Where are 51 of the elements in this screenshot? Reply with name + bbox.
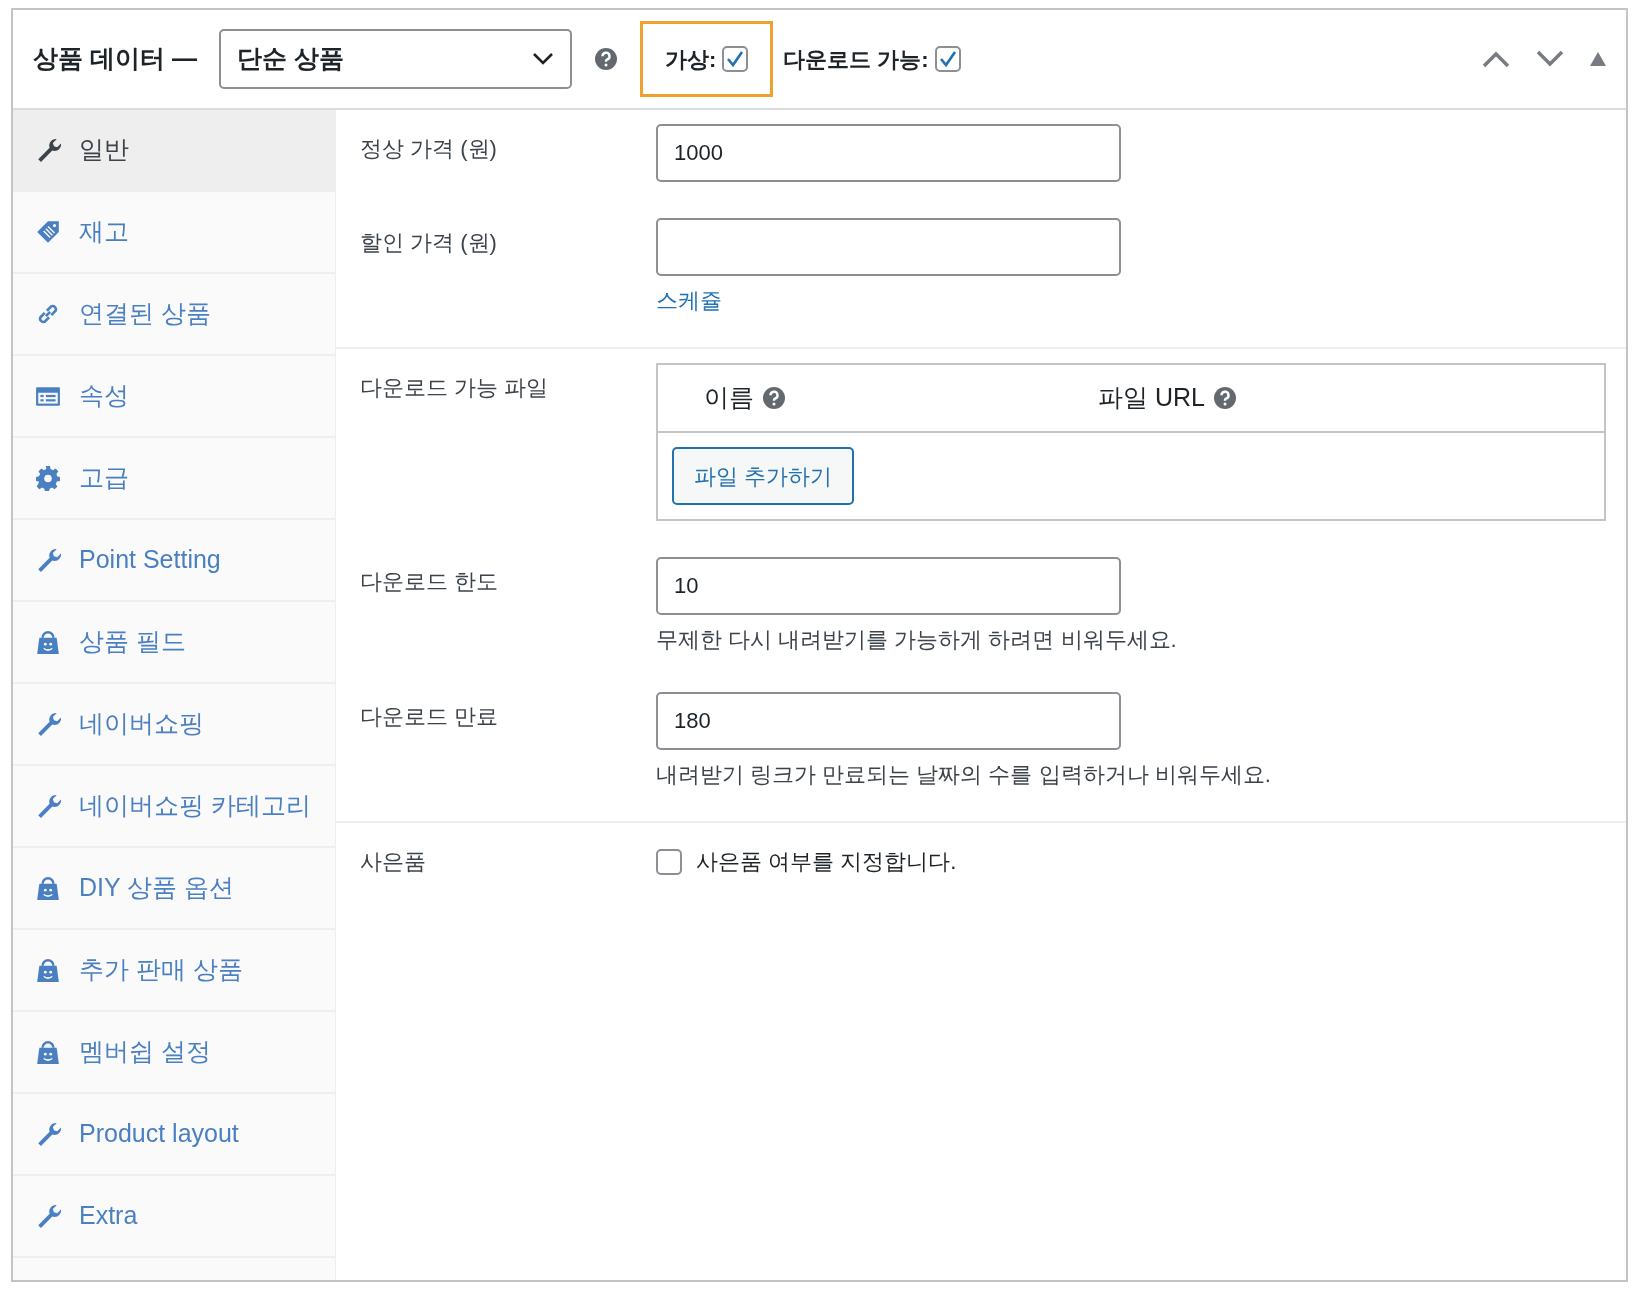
help-icon[interactable] <box>1212 386 1237 410</box>
sidebar-tab[interactable]: 멤버쉽 설정 <box>13 1012 335 1094</box>
sidebar-tab[interactable]: 고급 <box>13 438 335 520</box>
sidebar-tab[interactable]: 상품 필드 <box>13 602 335 684</box>
checkbox[interactable] <box>722 46 749 72</box>
gear-icon <box>35 465 61 491</box>
input-field[interactable] <box>656 218 1121 276</box>
checkbox[interactable] <box>934 46 961 72</box>
shopping-bag-icon <box>35 957 61 983</box>
input-field[interactable]: 180 <box>656 692 1121 750</box>
move-down-icon[interactable] <box>1536 50 1564 68</box>
option-label: 다운로드 가능: <box>783 45 929 74</box>
help-icon[interactable] <box>593 47 618 71</box>
checkbox-label: 사은품 여부를 지정합니다. <box>696 848 957 876</box>
tag-icon <box>35 219 61 245</box>
field-label: 할인 가격 (원) <box>359 229 498 257</box>
sidebar-tab[interactable]: 속성 <box>13 356 335 438</box>
shopping-bag-icon <box>35 1039 61 1065</box>
sidebar-tab[interactable]: DIY 상품 옵션 <box>13 848 335 930</box>
help-icon[interactable] <box>762 386 786 410</box>
field-label: 사은품 <box>359 848 427 876</box>
column-header: 파일 URL <box>1098 382 1205 414</box>
field-label: 다운로드 만료 <box>359 703 500 731</box>
hint-text: 내려받기 링크가 만료되는 날짜의 수를 입력하거나 비워두세요. <box>656 761 1271 789</box>
sidebar-tab[interactable]: Product layout <box>13 1094 335 1176</box>
checkbox[interactable] <box>656 848 682 875</box>
hint-text: 무제한 다시 내려받기를 가능하게 하려면 비워두세요. <box>656 626 1177 654</box>
field-label: 다운로드 한도 <box>359 568 500 596</box>
input-field[interactable]: 10 <box>656 557 1121 615</box>
panel-title: 상품 데이터 — <box>33 43 197 75</box>
sidebar-tab[interactable]: 재고 <box>13 192 335 274</box>
sidebar-tab[interactable]: 네이버쇼핑 카테고리 <box>13 766 335 848</box>
sidebar-tab[interactable]: 일반 <box>13 110 335 192</box>
collapse-toggle-icon[interactable] <box>1590 52 1606 66</box>
move-up-icon[interactable] <box>1482 50 1510 68</box>
shopping-bag-icon <box>35 875 61 901</box>
chevron-down-icon <box>531 52 554 66</box>
add-file-button[interactable]: 파일 추가하기 <box>672 447 855 505</box>
sidebar-tab[interactable]: Point Setting <box>13 520 335 602</box>
sidebar-tab[interactable]: 연결된 상품 <box>13 274 335 356</box>
column-header: 이름 <box>704 382 754 414</box>
product-type-select[interactable]: 단순 상품 <box>218 29 572 89</box>
sidebar-tab[interactable]: 추가 판매 상품 <box>13 930 335 1012</box>
sidebar-tab[interactable]: 네이버쇼핑 <box>13 684 335 766</box>
schedule-link[interactable]: 스케쥴 <box>656 284 722 317</box>
field-label: 정상 가격 (원) <box>359 135 498 163</box>
option-label: 가상: <box>664 45 717 74</box>
input-field[interactable]: 1000 <box>656 124 1121 182</box>
sidebar-tab[interactable]: Extra <box>13 1176 335 1258</box>
shopping-bag-icon <box>35 629 61 655</box>
field-label: 다운로드 가능 파일 <box>359 374 550 402</box>
